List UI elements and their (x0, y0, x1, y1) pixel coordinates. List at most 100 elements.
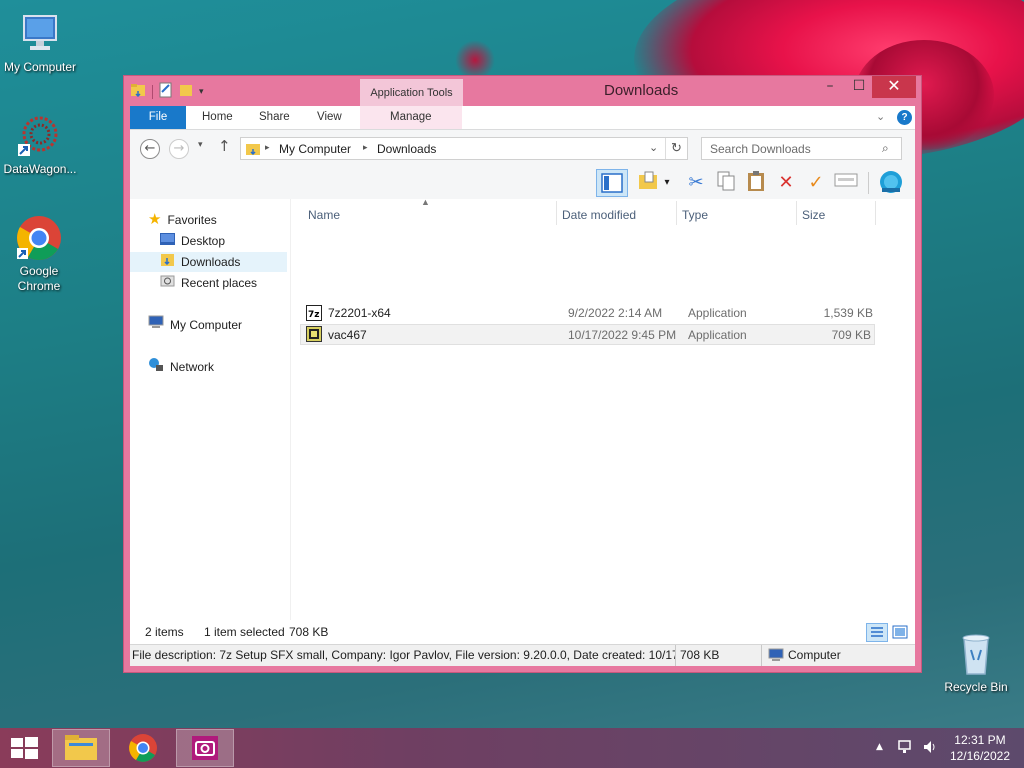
title-bar[interactable]: ▾ Application Tools Downloads – ☐ ✕ (124, 76, 921, 107)
column-divider[interactable] (676, 201, 677, 225)
selection-size: 708 KB (289, 625, 329, 639)
column-header-name[interactable]: Name (308, 205, 340, 225)
preview-pane-icon[interactable] (596, 169, 628, 197)
chevron-down-icon[interactable]: ▾ (199, 87, 204, 97)
datawagon-icon (16, 112, 64, 160)
system-clock[interactable]: 12:31 PM 12/16/2022 (950, 732, 1010, 764)
tab-manage[interactable]: Manage (390, 106, 432, 129)
nav-item-label: Desktop (181, 234, 226, 248)
help-icon[interactable]: ? (897, 110, 912, 125)
desktop-icon-my-computer[interactable]: My Computer (0, 10, 80, 75)
pane-divider[interactable] (290, 199, 291, 620)
explorer-window: ▾ Application Tools Downloads – ☐ ✕ File… (123, 75, 922, 673)
separator (152, 84, 153, 99)
desktop-icon-recycle-bin[interactable]: Recycle Bin (936, 630, 1016, 695)
start-button[interactable] (0, 729, 48, 767)
recent-locations-icon[interactable]: ▾ (198, 140, 203, 150)
taskbar-chrome[interactable] (114, 729, 172, 767)
downloads-folder-icon (160, 252, 175, 273)
file-list: ▲ Name Date modified Type Size 7z 7z2201… (300, 197, 915, 620)
maximize-button[interactable]: ☐ (844, 76, 874, 98)
tab-share[interactable]: Share (259, 106, 290, 129)
computer-icon (768, 648, 784, 665)
properties-icon[interactable] (159, 82, 173, 101)
nav-item-recent-places[interactable]: Recent places (160, 273, 257, 293)
nav-favorites[interactable]: ★ Favorites (148, 210, 217, 230)
desktop-icon (160, 231, 175, 251)
application-tools-label: Application Tools (360, 79, 463, 107)
back-button[interactable]: ← (140, 139, 160, 159)
file-date: 10/17/2022 9:45 PM (568, 328, 677, 342)
column-header-type[interactable]: Type (682, 205, 708, 225)
nav-item-desktop[interactable]: Desktop (160, 231, 225, 251)
network-status-icon[interactable] (897, 739, 913, 759)
new-folder-icon[interactable] (635, 170, 661, 196)
nav-item-downloads[interactable]: Downloads (130, 252, 287, 272)
rename-check-icon[interactable]: ✓ (803, 170, 829, 196)
nav-item-label: My Computer (170, 318, 243, 332)
folder-icon[interactable] (130, 82, 146, 101)
large-icons-view-icon[interactable] (892, 624, 908, 643)
properties-icon[interactable] (833, 170, 859, 196)
file-type: Application (688, 328, 747, 342)
copy-icon[interactable] (713, 170, 739, 196)
up-button[interactable]: ↑ (218, 137, 231, 155)
refresh-icon[interactable]: ↻ (671, 140, 682, 156)
desktop-icon-datawagon[interactable]: DataWagon... (0, 112, 80, 177)
taskbar-file-explorer[interactable] (52, 729, 110, 767)
nav-my-computer[interactable]: My Computer (148, 315, 242, 335)
address-dropdown-icon[interactable]: ⌄ (649, 141, 658, 154)
details-view-icon[interactable] (866, 623, 888, 642)
breadcrumb-chevron-icon[interactable]: ▸ (265, 142, 270, 153)
file-name: vac467 (328, 328, 367, 342)
computer-icon (148, 315, 164, 335)
desktop-icon-google-chrome[interactable]: Google Chrome (0, 214, 78, 294)
cut-icon[interactable]: ✂ (683, 170, 709, 196)
desktop-icon-label: Google Chrome (17, 264, 61, 293)
show-hidden-icons-button[interactable]: ▲ (876, 742, 883, 752)
new-folder-icon[interactable] (179, 82, 193, 101)
column-divider[interactable] (875, 201, 876, 225)
forward-button[interactable]: → (169, 139, 189, 159)
table-row[interactable]: 7z 7z2201-x64 9/2/2022 2:14 AM Applicati… (300, 303, 875, 324)
address-bar[interactable]: ▸ My Computer ▸ Downloads ⌄ ↻ (240, 137, 688, 160)
desktop-icon-label: Recycle Bin (944, 680, 1008, 694)
command-toolbar: ▾ ✂ ✕ ✓ (130, 167, 915, 199)
tab-file[interactable]: File (130, 106, 186, 129)
nav-network[interactable]: Network (148, 357, 214, 377)
globe-icon[interactable] (878, 170, 904, 196)
delete-icon[interactable]: ✕ (773, 170, 799, 196)
table-row-selected[interactable]: vac467 10/17/2022 9:45 PM Application 70… (300, 324, 875, 345)
divider (665, 138, 666, 159)
column-divider[interactable] (556, 201, 557, 225)
sort-ascending-icon: ▲ (421, 197, 430, 207)
search-input[interactable]: Search Downloads (710, 142, 811, 156)
navigation-pane: ★ Favorites Desktop Downloads Recent pla… (130, 199, 290, 620)
explorer-content: ★ Favorites Desktop Downloads Recent pla… (130, 197, 915, 620)
search-icon[interactable]: ⌕ (882, 141, 889, 156)
column-header-date-modified[interactable]: Date modified (562, 205, 636, 225)
search-box[interactable]: Search Downloads ⌕ (701, 137, 902, 160)
desktop-icon-label: DataWagon... (3, 162, 77, 176)
details-size: 708 KB (680, 648, 720, 662)
breadcrumb-downloads[interactable]: Downloads (377, 142, 436, 156)
clock-time: 12:31 PM (954, 733, 1006, 747)
tab-view[interactable]: View (317, 106, 342, 129)
windows-logo-icon (11, 737, 38, 759)
volume-icon[interactable] (922, 739, 938, 759)
close-button[interactable]: ✕ (872, 76, 916, 98)
breadcrumb-chevron-icon[interactable]: ▸ (363, 142, 368, 153)
tab-home[interactable]: Home (202, 106, 233, 129)
column-header-size[interactable]: Size (802, 205, 825, 225)
file-name: 7z2201-x64 (328, 306, 391, 320)
quick-access-toolbar: ▾ (130, 82, 204, 101)
taskbar-screenshot-app[interactable] (176, 729, 234, 767)
minimize-button[interactable]: – (815, 76, 845, 98)
chevron-down-icon[interactable]: ▾ (660, 170, 674, 196)
expand-ribbon-icon[interactable]: ⌄ (876, 106, 885, 129)
file-date: 9/2/2022 2:14 AM (568, 306, 663, 320)
paste-icon[interactable] (743, 170, 769, 196)
breadcrumb-my-computer[interactable]: My Computer (279, 142, 351, 156)
computer-icon (16, 10, 64, 58)
column-divider[interactable] (796, 201, 797, 225)
